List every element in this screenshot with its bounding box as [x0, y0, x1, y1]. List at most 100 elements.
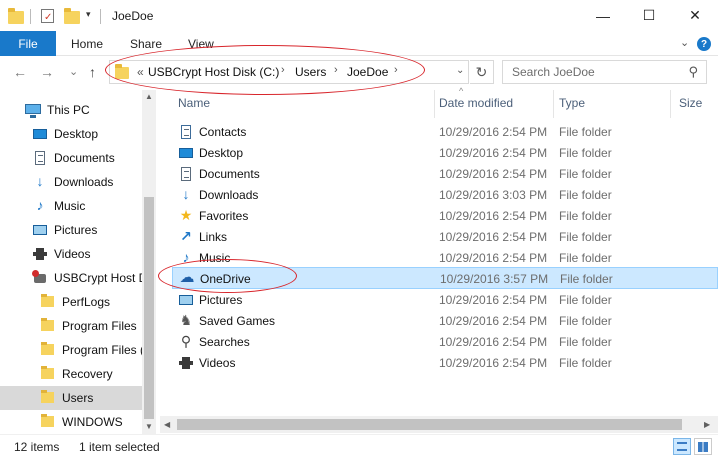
file-type: File folder — [559, 251, 612, 265]
file-type: File folder — [559, 125, 612, 139]
breadcrumb-overflow[interactable]: « — [137, 65, 144, 79]
sidebar-item-windows[interactable]: WINDOWS — [0, 410, 142, 434]
navigation-pane: This PC Desktop Documents ↓ Downloads ♪ … — [0, 90, 156, 434]
sidebar-item-label: Music — [54, 199, 86, 213]
minimize-button[interactable]: — — [580, 0, 626, 31]
file-row-desktop[interactable]: Desktop 10/29/2016 2:54 PM File folder — [172, 142, 718, 163]
column-divider[interactable] — [670, 90, 671, 118]
large-icons-view-button[interactable] — [694, 438, 712, 455]
saved-games-icon: ♞ — [179, 312, 193, 328]
file-row-onedrive[interactable]: ☁ OneDrive 10/29/2016 3:57 PM File folde… — [172, 267, 718, 289]
forward-button[interactable]: → — [40, 64, 54, 80]
file-date: 10/29/2016 2:54 PM — [439, 167, 548, 181]
tab-home[interactable]: Home — [71, 37, 103, 51]
separator — [100, 9, 101, 24]
column-header-type[interactable]: Type — [559, 96, 585, 110]
expand-ribbon-icon[interactable]: ⌄ — [680, 36, 689, 49]
scroll-right-icon[interactable]: ▶ — [704, 420, 710, 429]
sidebar-item-users[interactable]: Users — [0, 386, 142, 410]
file-type: File folder — [559, 314, 612, 328]
documents-icon — [32, 150, 48, 166]
sidebar-item-videos[interactable]: Videos — [0, 242, 142, 266]
folder-icon — [40, 390, 56, 406]
sidebar-item-music[interactable]: ♪ Music — [0, 194, 142, 218]
file-date: 10/29/2016 2:54 PM — [439, 356, 548, 370]
search-icon[interactable]: ⚲ — [688, 64, 698, 80]
sidebar-item-downloads[interactable]: ↓ Downloads — [0, 170, 142, 194]
sidebar-item-perflogs[interactable]: PerfLogs — [0, 290, 142, 314]
sidebar-item-pictures[interactable]: Pictures — [0, 218, 142, 242]
file-row-music[interactable]: ♪ Music 10/29/2016 2:54 PM File folder — [172, 247, 718, 268]
recent-locations-button[interactable]: ⌄ — [69, 65, 78, 78]
close-button[interactable]: ✕ — [672, 0, 718, 31]
scrollbar-thumb[interactable] — [144, 197, 154, 419]
breadcrumb-separator[interactable]: › — [281, 64, 285, 76]
horizontal-scrollbar[interactable]: ◀ ▶ — [160, 416, 718, 433]
column-divider[interactable] — [553, 90, 554, 118]
file-row-downloads[interactable]: ↓ Downloads 10/29/2016 3:03 PM File fold… — [172, 184, 718, 205]
scroll-left-icon[interactable]: ◀ — [164, 420, 170, 429]
file-date: 10/29/2016 2:54 PM — [439, 314, 548, 328]
column-header-size[interactable]: Size — [679, 96, 702, 110]
file-row-links[interactable]: ↗ Links 10/29/2016 2:54 PM File folder — [172, 226, 718, 247]
file-row-pictures[interactable]: Pictures 10/29/2016 2:54 PM File folder — [172, 289, 718, 310]
address-bar[interactable]: « USBCrypt Host Disk (C:) › Users › JoeD… — [109, 60, 469, 84]
onedrive-icon: ☁ — [179, 269, 195, 286]
sidebar-item-program-files-x86[interactable]: Program Files ( — [0, 338, 142, 362]
sidebar-item-desktop[interactable]: Desktop — [0, 122, 142, 146]
maximize-button[interactable]: ☐ — [626, 0, 672, 31]
details-view-button[interactable] — [673, 438, 691, 455]
file-type: File folder — [559, 209, 612, 223]
breadcrumb-drive[interactable]: USBCrypt Host Disk (C:) — [148, 65, 279, 79]
window-title: JoeDoe — [112, 9, 154, 23]
breadcrumb-separator[interactable]: › — [394, 64, 398, 76]
downloads-icon: ↓ — [182, 186, 190, 202]
breadcrumb-users[interactable]: Users — [295, 65, 326, 79]
search-input[interactable]: Search JoeDoe ⚲ — [502, 60, 707, 84]
title-bar: ✓ ▾ JoeDoe — ☐ ✕ — [0, 0, 718, 32]
file-row-searches[interactable]: ⚲ Searches 10/29/2016 2:54 PM File folde… — [172, 331, 718, 352]
scroll-down-icon[interactable]: ▼ — [145, 422, 153, 431]
links-icon: ↗ — [180, 228, 192, 244]
folder-icon — [40, 414, 56, 430]
scroll-up-icon[interactable]: ▲ — [145, 92, 153, 101]
file-row-contacts[interactable]: Contacts 10/29/2016 2:54 PM File folder — [172, 121, 718, 142]
search-placeholder: Search JoeDoe — [512, 65, 595, 79]
help-icon[interactable]: ? — [697, 37, 711, 51]
sidebar-item-recovery[interactable]: Recovery — [0, 362, 142, 386]
file-name: Links — [199, 230, 228, 244]
file-row-documents[interactable]: Documents 10/29/2016 2:54 PM File folder — [172, 163, 718, 184]
tab-file[interactable]: File — [0, 31, 56, 56]
column-header-name[interactable]: Name — [178, 96, 210, 110]
large-icons-view-icon — [698, 442, 708, 452]
properties-icon[interactable]: ✓ — [40, 9, 56, 23]
address-dropdown-icon[interactable]: ⌄ — [456, 65, 464, 76]
file-date: 10/29/2016 2:54 PM — [439, 251, 548, 265]
file-row-favorites[interactable]: ★ Favorites 10/29/2016 2:54 PM File fold… — [172, 205, 718, 226]
up-button[interactable]: ↑ — [89, 64, 96, 80]
sidebar-item-label: Videos — [54, 247, 91, 261]
column-header-date[interactable]: Date modified — [439, 96, 513, 110]
breadcrumb-joedoe[interactable]: JoeDoe — [347, 65, 388, 79]
sidebar-item-usbcrypt-host-disk[interactable]: USBCrypt Host D — [0, 266, 142, 290]
sidebar-item-program-files[interactable]: Program Files — [0, 314, 142, 338]
sidebar-item-label: USBCrypt Host D — [54, 271, 142, 285]
file-date: 10/29/2016 2:54 PM — [439, 209, 548, 223]
videos-icon — [178, 355, 194, 370]
selection-count: 1 item selected — [79, 440, 160, 454]
file-row-saved-games[interactable]: ♞ Saved Games 10/29/2016 2:54 PM File fo… — [172, 310, 718, 331]
breadcrumb-separator[interactable]: › — [334, 64, 338, 76]
tab-view[interactable]: View — [188, 37, 214, 51]
new-folder-icon[interactable] — [64, 8, 80, 24]
back-button[interactable]: ← — [13, 64, 27, 80]
sidebar-scrollbar[interactable]: ▲ ▼ — [142, 90, 156, 434]
file-row-videos[interactable]: Videos 10/29/2016 2:54 PM File folder — [172, 352, 718, 373]
scrollbar-thumb[interactable] — [177, 419, 682, 430]
tab-share[interactable]: Share — [130, 37, 162, 51]
refresh-button[interactable]: ↻ — [470, 60, 494, 84]
sidebar-item-this-pc[interactable]: This PC — [0, 98, 142, 122]
folder-icon — [40, 366, 56, 382]
searches-icon: ⚲ — [180, 333, 192, 349]
column-divider[interactable] — [434, 90, 435, 118]
sidebar-item-documents[interactable]: Documents — [0, 146, 142, 170]
